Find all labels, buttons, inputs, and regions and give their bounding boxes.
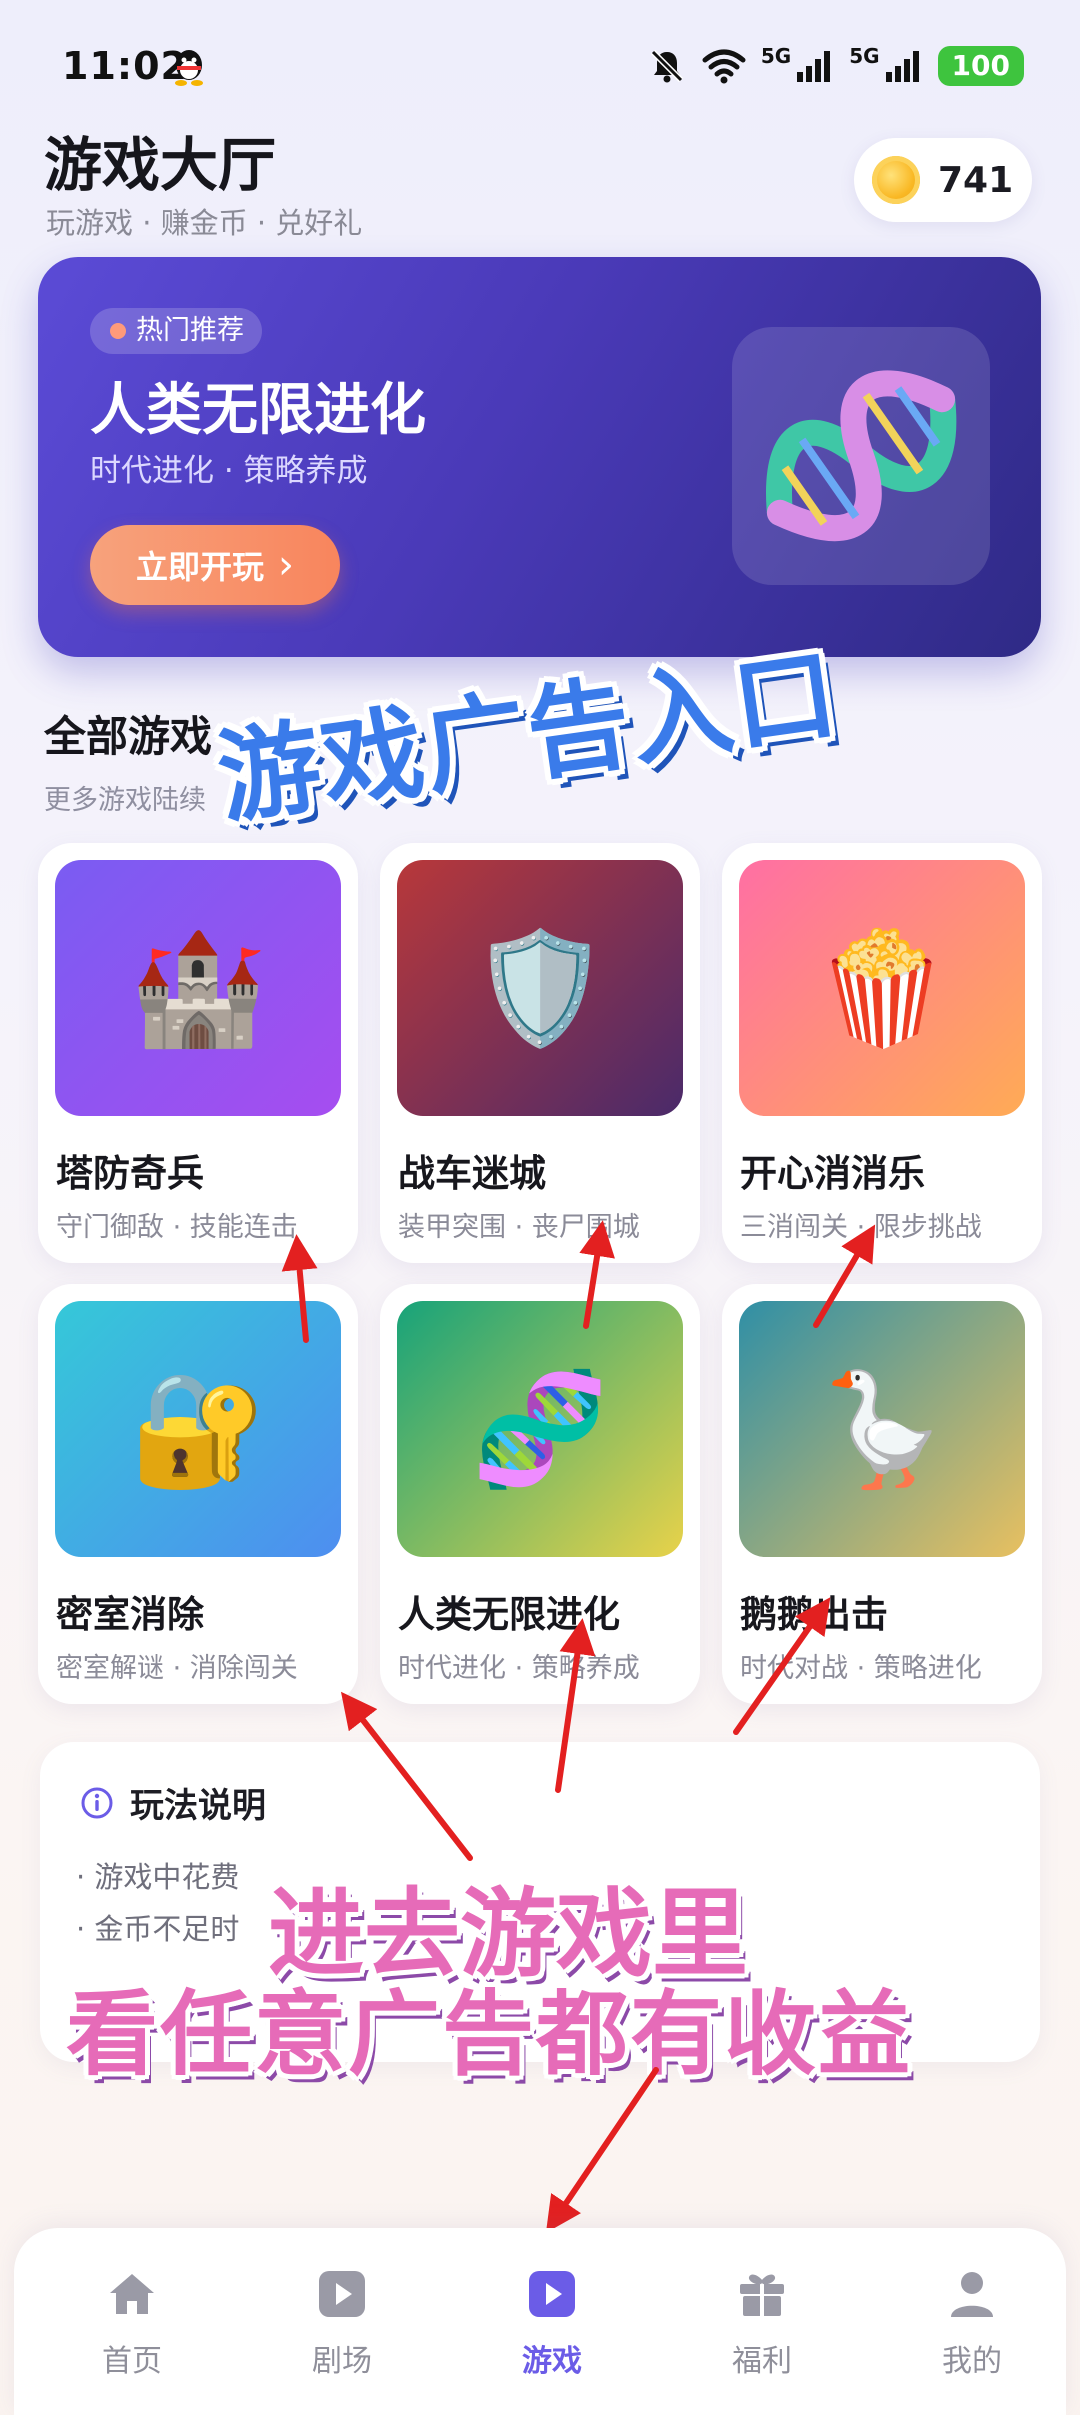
nav-item-home[interactable]: 首页: [62, 2266, 202, 2386]
wifi-icon: [702, 49, 746, 84]
game-name: 人类无限进化: [398, 1593, 620, 1636]
bottom-nav: 首页 剧场 游戏 福利 我的: [14, 2228, 1066, 2415]
section-subtitle: 更多游戏陆续: [44, 785, 206, 816]
how-to-play-line: · 金币不足时: [76, 1912, 240, 1946]
nav-item-welfare[interactable]: 福利: [692, 2266, 832, 2386]
game-tags: 时代进化 · 策略养成: [398, 1653, 640, 1684]
banner-title: 人类无限进化: [90, 378, 426, 443]
nav-label: 首页: [102, 2344, 162, 2379]
game-tags: 三消闯关 · 限步挑战: [740, 1212, 982, 1243]
home-icon: [110, 2274, 154, 2314]
status-bar: 11:02 5G 5G 100: [0, 0, 1080, 130]
nav-label: 我的: [942, 2344, 1002, 2379]
battery-indicator: 100: [937, 46, 1024, 86]
status-time: 11:02: [62, 44, 188, 88]
lock-key-icon: 🔐: [129, 1364, 267, 1493]
how-to-play-line: · 游戏中花费: [76, 1860, 240, 1894]
featured-game-banner[interactable]: 热门推荐 人类无限进化 时代进化 · 策略养成 立即开玩 ›: [38, 257, 1041, 657]
game-card[interactable]: 🍿 开心消消乐 三消闯关 · 限步挑战: [722, 843, 1042, 1263]
page-title: 游戏大厅: [44, 131, 277, 199]
signal-bars-icon: [885, 51, 919, 82]
signal-label-2: 5G: [849, 44, 880, 68]
profile-icon: [951, 2272, 993, 2317]
game-name: 塔防奇兵: [56, 1152, 204, 1195]
game-thumbnail: 🧬: [397, 1301, 683, 1557]
banner-art: [732, 327, 990, 585]
nav-item-theater[interactable]: 剧场: [272, 2266, 412, 2386]
game-tags: 守门御敌 · 技能连击: [56, 1212, 298, 1243]
coin-icon: [872, 156, 920, 204]
play-now-label: 立即开玩: [135, 548, 264, 586]
game-tags: 时代对战 · 策略进化: [740, 1653, 982, 1684]
popcorn-icon: 🍿: [813, 923, 951, 1052]
coin-balance-pill[interactable]: 741: [854, 138, 1032, 222]
game-card[interactable]: 🧬 人类无限进化 时代进化 · 策略养成: [380, 1284, 700, 1704]
banner-tag: 热门推荐: [90, 308, 262, 354]
signal-bars-icon: [797, 51, 831, 82]
how-to-play-title: 玩法说明: [130, 1786, 266, 1826]
section-title: 全部游戏: [44, 712, 213, 761]
game-card[interactable]: 🛡️ 战车迷城 装甲突围 · 丧尸围城: [380, 843, 700, 1263]
page-subtitle: 玩游戏 · 赚金币 · 兑好礼: [46, 206, 363, 240]
tag-dot-icon: [110, 323, 126, 339]
qq-icon: [175, 50, 203, 86]
mute-bell-icon: [650, 49, 683, 83]
chevron-right-icon: ›: [278, 542, 294, 588]
game-card[interactable]: 🪿 鹅鹅出击 时代对战 · 策略进化: [722, 1284, 1042, 1704]
game-thumbnail: 🪿: [739, 1301, 1025, 1557]
nav-label: 福利: [732, 2344, 792, 2379]
banner-tag-label: 热门推荐: [136, 315, 244, 346]
banner-subtitle: 时代进化 · 策略养成: [90, 453, 368, 489]
game-name: 战车迷城: [398, 1152, 546, 1195]
game-card[interactable]: 🏰 塔防奇兵 守门御敌 · 技能连击: [38, 843, 358, 1263]
dna-icon: [766, 370, 957, 541]
game-thumbnail: 🛡️: [397, 860, 683, 1116]
game-thumbnail: 🔐: [55, 1301, 341, 1557]
castle-icon: 🏰: [129, 923, 267, 1052]
game-name: 开心消消乐: [740, 1152, 925, 1195]
game-name: 密室消除: [56, 1593, 204, 1636]
game-tags: 装甲突围 · 丧尸围城: [398, 1212, 640, 1243]
status-indicators: 5G 5G 100: [647, 44, 1024, 88]
nav-item-games[interactable]: 游戏: [482, 2266, 622, 2386]
game-thumbnail: 🏰: [55, 860, 341, 1116]
nav-item-profile[interactable]: 我的: [902, 2266, 1042, 2386]
info-icon: [81, 1787, 113, 1819]
game-card[interactable]: 🔐 密室消除 密室解谜 · 消除闯关: [38, 1284, 358, 1704]
play-now-button[interactable]: 立即开玩 ›: [90, 525, 340, 605]
game-name: 鹅鹅出击: [740, 1593, 888, 1636]
shield-icon: 🛡️: [471, 923, 609, 1052]
gift-icon: [740, 2274, 784, 2316]
signal-label-1: 5G: [760, 44, 792, 68]
goose-icon: 🪿: [813, 1364, 951, 1493]
play-square-icon: [319, 2271, 365, 2317]
nav-label: 剧场: [312, 2344, 372, 2379]
dna-icon: 🧬: [471, 1364, 609, 1493]
game-thumbnail: 🍿: [739, 860, 1025, 1116]
coin-count: 741: [938, 159, 1014, 201]
overlay-caption-ad-earnings: 看任意广告都有收益: [66, 1981, 913, 2088]
nav-label: 游戏: [522, 2344, 582, 2379]
game-play-icon: [529, 2271, 575, 2317]
game-tags: 密室解谜 · 消除闯关: [56, 1653, 298, 1684]
